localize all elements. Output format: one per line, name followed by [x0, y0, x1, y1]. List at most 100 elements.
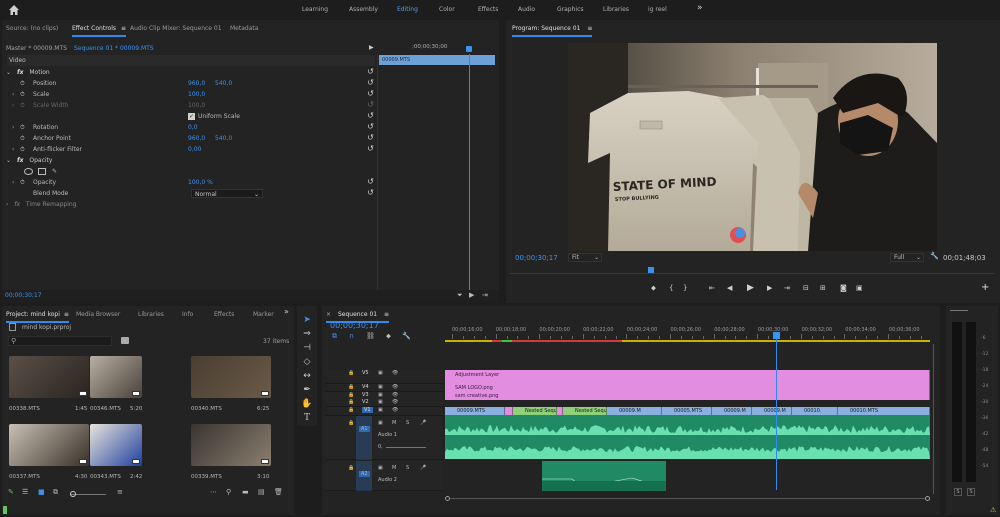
program-timecode[interactable]: 00;00;30;17: [515, 254, 558, 262]
motion-row[interactable]: ⌄ fx Motion ↺: [6, 67, 375, 78]
project-tab-3[interactable]: Info: [182, 306, 193, 323]
workspace-tab-ig-reel[interactable]: ig reel: [648, 6, 667, 13]
timeline-h-scroll[interactable]: [445, 496, 930, 502]
workspace-tab-audio[interactable]: Audio: [518, 6, 535, 13]
workspace-tab-graphics[interactable]: Graphics: [557, 6, 584, 13]
step-back-icon[interactable]: ◀: [727, 284, 732, 292]
zoom-select[interactable]: Fit ⌄: [568, 253, 602, 262]
sync-lock-icon[interactable]: ▣: [378, 399, 383, 405]
opacity-value[interactable]: 100,0 %: [188, 177, 213, 188]
scroll-track[interactable]: [450, 498, 925, 499]
go-to-out-icon[interactable]: ⇥: [784, 284, 790, 292]
menu-icon[interactable]: ≡: [64, 311, 69, 318]
project-tab-4[interactable]: Effects: [214, 306, 234, 323]
snap-icon[interactable]: ∩: [349, 332, 354, 340]
icon-view-icon[interactable]: ■: [38, 488, 45, 496]
lock-icon[interactable]: 🔒: [348, 392, 354, 398]
razor-tool-icon[interactable]: ◇: [301, 356, 313, 368]
timeline-playhead-marker[interactable]: [773, 332, 780, 339]
project-thumbnail[interactable]: [9, 424, 89, 466]
antiflicker-value[interactable]: 0,00: [188, 144, 201, 155]
workspace-tab-assembly[interactable]: Assembly: [349, 6, 378, 13]
project-tab-2[interactable]: Libraries: [138, 306, 164, 323]
sequence-clip-label[interactable]: Sequence 01 * 00009.MTS: [74, 45, 154, 52]
overwrite-icon[interactable]: ⊞: [820, 284, 826, 292]
sam-creative-clip[interactable]: sam creative.png: [445, 392, 930, 400]
timeline-playhead-line[interactable]: [776, 334, 777, 490]
sync-lock-icon[interactable]: ▣: [378, 384, 383, 390]
step-forward-icon[interactable]: ▶: [767, 284, 772, 292]
zoom-slider-handle[interactable]: [70, 491, 76, 497]
track-name[interactable]: V1: [362, 407, 373, 413]
close-icon[interactable]: ×: [326, 311, 331, 318]
lock-icon[interactable]: 🔒: [348, 407, 354, 413]
blend-mode-select[interactable]: Normal ⌄: [191, 189, 263, 198]
play-icon[interactable]: ▶: [747, 283, 754, 293]
eye-icon[interactable]: 👁: [392, 392, 398, 398]
program-tab[interactable]: Program: Sequence 01 ≡: [512, 20, 593, 37]
eye-icon[interactable]: 👁: [392, 407, 398, 413]
ec-playhead-marker[interactable]: [466, 46, 472, 52]
adjustment-layer-clip[interactable]: Adjustment Layer: [445, 370, 930, 384]
stopwatch-icon[interactable]: ⏱: [20, 133, 25, 144]
list-view-icon[interactable]: ☰: [22, 488, 28, 496]
menu-icon[interactable]: ≡: [384, 311, 389, 318]
track-select-tool-icon[interactable]: ⇒: [301, 328, 313, 340]
lock-icon[interactable]: 🔒: [348, 384, 354, 390]
stopwatch-icon[interactable]: ⏱: [20, 78, 25, 89]
reset-icon[interactable]: ↺: [366, 122, 375, 131]
track-name[interactable]: V5: [362, 370, 369, 376]
stopwatch-icon[interactable]: ⏱: [20, 89, 25, 100]
eye-icon[interactable]: 👁: [392, 399, 398, 405]
pencil-icon[interactable]: ✎: [8, 488, 14, 496]
project-search-input[interactable]: ⚲: [8, 336, 112, 346]
chevron-down-icon[interactable]: ⌄: [6, 157, 11, 164]
mic-icon[interactable]: 🎤: [420, 465, 426, 471]
anchor-y-value[interactable]: 540,0: [215, 133, 232, 144]
mic-icon[interactable]: 🎤: [420, 420, 426, 426]
meter-menu-icon[interactable]: [950, 310, 968, 311]
source-patch-a2[interactable]: [356, 461, 372, 491]
program-playhead[interactable]: [648, 267, 654, 273]
project-thumbnail[interactable]: [90, 424, 142, 466]
project-tab-5[interactable]: Marker: [253, 306, 274, 323]
add-marker-icon[interactable]: ⬥: [386, 332, 391, 341]
timeline-settings-icon[interactable]: 🔧: [402, 332, 411, 340]
go-to-in-icon[interactable]: ⇤: [709, 284, 715, 292]
rectangle-mask-icon[interactable]: [38, 168, 46, 175]
reset-icon[interactable]: ↺: [366, 67, 375, 76]
warning-icon[interactable]: ⚠: [990, 506, 996, 514]
volume-slider[interactable]: [386, 447, 426, 448]
track-name[interactable]: V3: [362, 392, 369, 398]
audio-2-clip[interactable]: [542, 461, 667, 491]
anchor-x-value[interactable]: 960,0: [188, 133, 205, 144]
source-tab-2[interactable]: Audio Clip Mixer: Sequence 01: [130, 20, 222, 37]
sync-lock-icon[interactable]: ▣: [378, 420, 383, 426]
scale-value[interactable]: 100,0: [188, 89, 205, 100]
play-icon[interactable]: ▶: [469, 291, 474, 299]
settings-wrench-icon[interactable]: 🔧: [930, 252, 939, 260]
workspace-more-button[interactable]: »: [697, 3, 703, 13]
project-thumbnail[interactable]: [90, 356, 142, 398]
reset-icon[interactable]: ↺: [366, 144, 375, 153]
source-patch-a1[interactable]: [356, 416, 372, 460]
menu-icon[interactable]: ≡: [121, 25, 126, 32]
workspace-tab-learning[interactable]: Learning: [302, 6, 328, 13]
position-x-value[interactable]: 960,0: [188, 78, 205, 89]
solo-left-button[interactable]: S: [954, 488, 962, 496]
chevron-right-icon[interactable]: ›: [12, 177, 14, 188]
home-icon[interactable]: [8, 4, 20, 16]
project-tab-0[interactable]: Project: mind kopi ≡: [6, 306, 69, 323]
reset-icon[interactable]: ↺: [366, 89, 375, 98]
pen-tool-icon[interactable]: ✒: [301, 384, 313, 396]
mute-button[interactable]: M: [392, 420, 396, 426]
comparison-icon[interactable]: ▣: [856, 284, 863, 292]
timeline-v-scroll[interactable]: [932, 344, 936, 494]
stopwatch-icon[interactable]: ⏱: [20, 144, 25, 155]
selection-tool-icon[interactable]: ➤: [301, 314, 313, 326]
source-tab-1[interactable]: Effect Controls ≡: [72, 20, 127, 37]
ec-clip-bar[interactable]: 00009.MTS: [379, 55, 495, 65]
solo-button[interactable]: S: [406, 420, 409, 426]
chevron-right-icon[interactable]: ›: [12, 144, 14, 155]
scroll-handle-right[interactable]: [925, 496, 930, 501]
